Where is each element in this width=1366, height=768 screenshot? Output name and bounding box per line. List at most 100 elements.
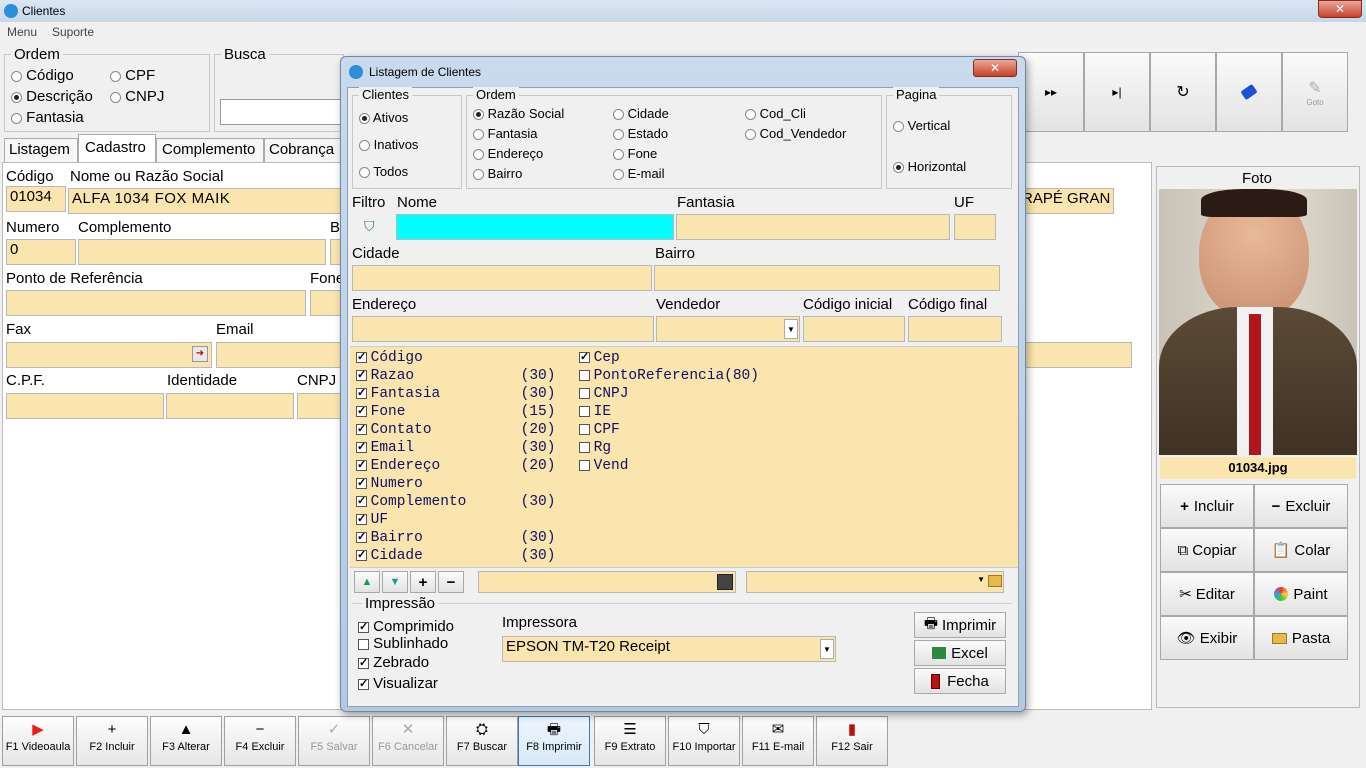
filtro-fantasia-field[interactable] <box>676 214 950 240</box>
field-checkbox[interactable]: ✓ <box>356 442 367 454</box>
opt-zebrado-checkbox[interactable]: ✓ Zebrado <box>358 654 429 671</box>
fkey-salvar-button[interactable]: ✓ F5 Salvar <box>298 716 370 766</box>
ponto-referencia-field[interactable] <box>6 290 306 316</box>
pagina-horizontal-radio[interactable]: Horizontal <box>893 159 966 174</box>
refresh-button[interactable]: ↻ <box>1150 52 1216 132</box>
menu-item-menu[interactable]: Menu <box>7 25 37 39</box>
ordem-descricao-radio[interactable]: Descrição <box>11 88 93 105</box>
clientes-inativos-radio[interactable]: Inativos <box>359 137 418 152</box>
ordem-fantasia-radio-dlg[interactable]: Fantasia <box>473 126 538 141</box>
add-field-button[interactable]: + <box>410 571 436 593</box>
field-row-left[interactable]: ✓ Contato (20) <box>356 421 555 439</box>
filtro-vendedor-select[interactable]: ▼ <box>656 316 800 342</box>
field-checkbox[interactable] <box>579 388 590 400</box>
fkey-cancelar-button[interactable]: ✕ F6 Cancelar <box>372 716 444 766</box>
layout-select[interactable]: ▼ <box>746 571 1004 593</box>
fkey-videoaula-button[interactable]: ▶ F1 Videoaula <box>2 716 74 766</box>
ordem-razao-radio[interactable]: Razão Social <box>473 106 564 121</box>
field-row-left[interactable]: ✓ Email (30) <box>356 439 555 457</box>
fkey-imprimir-button[interactable]: 🖶 F8 Imprimir <box>518 716 590 766</box>
client-photo[interactable] <box>1159 189 1357 455</box>
fkey-extrato-button[interactable]: ☰ F9 Extrato <box>594 716 666 766</box>
fkey-excluir-button[interactable]: − F4 Excluir <box>224 716 296 766</box>
filter-icon[interactable]: ⛉ <box>364 218 375 235</box>
foto-pasta-button[interactable]: Pasta <box>1254 616 1348 660</box>
ordem-codvendedor-radio[interactable]: Cod_Vendedor <box>745 126 846 141</box>
tag-button[interactable] <box>1216 52 1282 132</box>
menu-item-suporte[interactable]: Suporte <box>52 25 94 39</box>
field-checkbox[interactable]: ✓ <box>356 424 367 436</box>
foto-editar-button[interactable]: ✂ Editar <box>1160 572 1254 616</box>
field-checkbox[interactable] <box>579 424 590 436</box>
ordem-fone-radio[interactable]: Fone <box>613 146 657 161</box>
ordem-fantasia-radio[interactable]: Fantasia <box>11 109 84 126</box>
email-field-right[interactable] <box>1018 342 1132 368</box>
field-row-left[interactable]: ✓ UF <box>356 511 521 529</box>
layout-name-field[interactable] <box>478 571 736 593</box>
field-checkbox[interactable]: ✓ <box>356 460 367 472</box>
fkey-buscar-button[interactable]: ⛭ F7 Buscar <box>446 716 518 766</box>
nome-field[interactable]: ALFA 1034 FOX MAIK <box>68 188 344 214</box>
fkey-sair-button[interactable]: ▮ F12 Sair <box>816 716 888 766</box>
opt-comprimido-checkbox[interactable]: ✓ Comprimido <box>358 618 454 635</box>
opt-visualizar-checkbox[interactable]: ✓ Visualizar <box>358 675 438 692</box>
dialog-close-button[interactable]: ✕ <box>973 59 1017 77</box>
field-row-left[interactable]: ✓ Cidade (30) <box>356 547 555 565</box>
pagina-vertical-radio[interactable]: Vertical <box>893 118 950 133</box>
fax-dial-icon[interactable]: ➜ <box>192 346 208 362</box>
identidade-field[interactable] <box>166 393 294 419</box>
field-checkbox[interactable]: ✓ <box>356 532 367 544</box>
open-folder-icon[interactable] <box>988 575 1002 587</box>
field-row-left[interactable]: ✓ Bairro (30) <box>356 529 555 547</box>
field-row-left[interactable]: ✓ Numero <box>356 475 521 493</box>
field-row-left[interactable]: ✓ Razao (30) <box>356 367 555 385</box>
field-checkbox[interactable]: ✓ <box>356 352 367 364</box>
filtro-cidade-field[interactable] <box>352 265 652 291</box>
fkey-importar-button[interactable]: ⛉ F10 Importar <box>668 716 740 766</box>
field-row-right[interactable]: CNPJ <box>579 385 628 403</box>
ordem-estado-radio[interactable]: Estado <box>613 126 668 141</box>
field-row-left[interactable]: ✓ Fone (15) <box>356 403 555 421</box>
field-row-left[interactable]: ✓ Endereço (20) <box>356 457 555 475</box>
right-partial-field[interactable]: RAPÉ GRAN <box>1018 188 1114 214</box>
field-checkbox[interactable]: ✓ <box>579 352 590 364</box>
field-row-left[interactable]: ✓ Código <box>356 349 521 367</box>
cnpj-field[interactable] <box>297 393 344 419</box>
imprimir-button[interactable]: 🖶 Imprimir <box>914 612 1006 638</box>
tab-listagem[interactable]: Listagem <box>4 138 78 162</box>
fkey-email-button[interactable]: ✉ F11 E-mail <box>742 716 814 766</box>
field-checkbox[interactable] <box>579 370 590 382</box>
foto-incluir-button[interactable]: + Incluir <box>1160 484 1254 528</box>
field-checkbox[interactable]: ✓ <box>356 388 367 400</box>
move-up-button[interactable]: ▲ <box>354 571 380 593</box>
fecha-button[interactable]: Fecha <box>914 668 1006 694</box>
field-row-right[interactable]: PontoReferencia(80) <box>579 367 759 385</box>
field-checkbox[interactable] <box>579 460 590 472</box>
field-checkbox[interactable]: ✓ <box>356 496 367 508</box>
field-checkbox[interactable]: ✓ <box>356 478 367 490</box>
ordem-cidade-radio[interactable]: Cidade <box>613 106 669 121</box>
ordem-endereco-radio[interactable]: Endereço <box>473 146 543 161</box>
next-page-button[interactable]: ▸▸ <box>1018 52 1084 132</box>
tab-cadastro[interactable]: Cadastro <box>78 134 156 162</box>
field-checkbox[interactable]: ✓ <box>356 370 367 382</box>
field-row-left[interactable]: ✓ Complemento (30) <box>356 493 555 511</box>
ordem-cnpj-radio[interactable]: CNPJ <box>110 88 164 105</box>
ordem-codcli-radio[interactable]: Cod_Cli <box>745 106 806 121</box>
remove-field-button[interactable]: − <box>438 571 464 593</box>
field-checkbox[interactable]: ✓ <box>356 550 367 562</box>
fax-field[interactable] <box>6 342 212 368</box>
tab-cobranca[interactable]: Cobrança <box>264 138 344 162</box>
excel-button[interactable]: Excel <box>914 640 1006 666</box>
cpf-field[interactable] <box>6 393 164 419</box>
clientes-todos-radio[interactable]: Todos <box>359 164 408 179</box>
goto-button[interactable]: ✎ Goto <box>1282 52 1348 132</box>
foto-exibir-button[interactable]: 👁 Exibir <box>1160 616 1254 660</box>
field-checkbox[interactable]: ✓ <box>356 514 367 526</box>
filtro-codfim-field[interactable] <box>908 316 1002 342</box>
save-icon[interactable] <box>717 574 733 590</box>
fkey-alterar-button[interactable]: ▲ F3 Alterar <box>150 716 222 766</box>
ordem-cpf-radio[interactable]: CPF <box>110 67 155 84</box>
field-row-left[interactable]: ✓ Fantasia (30) <box>356 385 555 403</box>
codigo-field[interactable]: 01034 <box>6 186 66 212</box>
